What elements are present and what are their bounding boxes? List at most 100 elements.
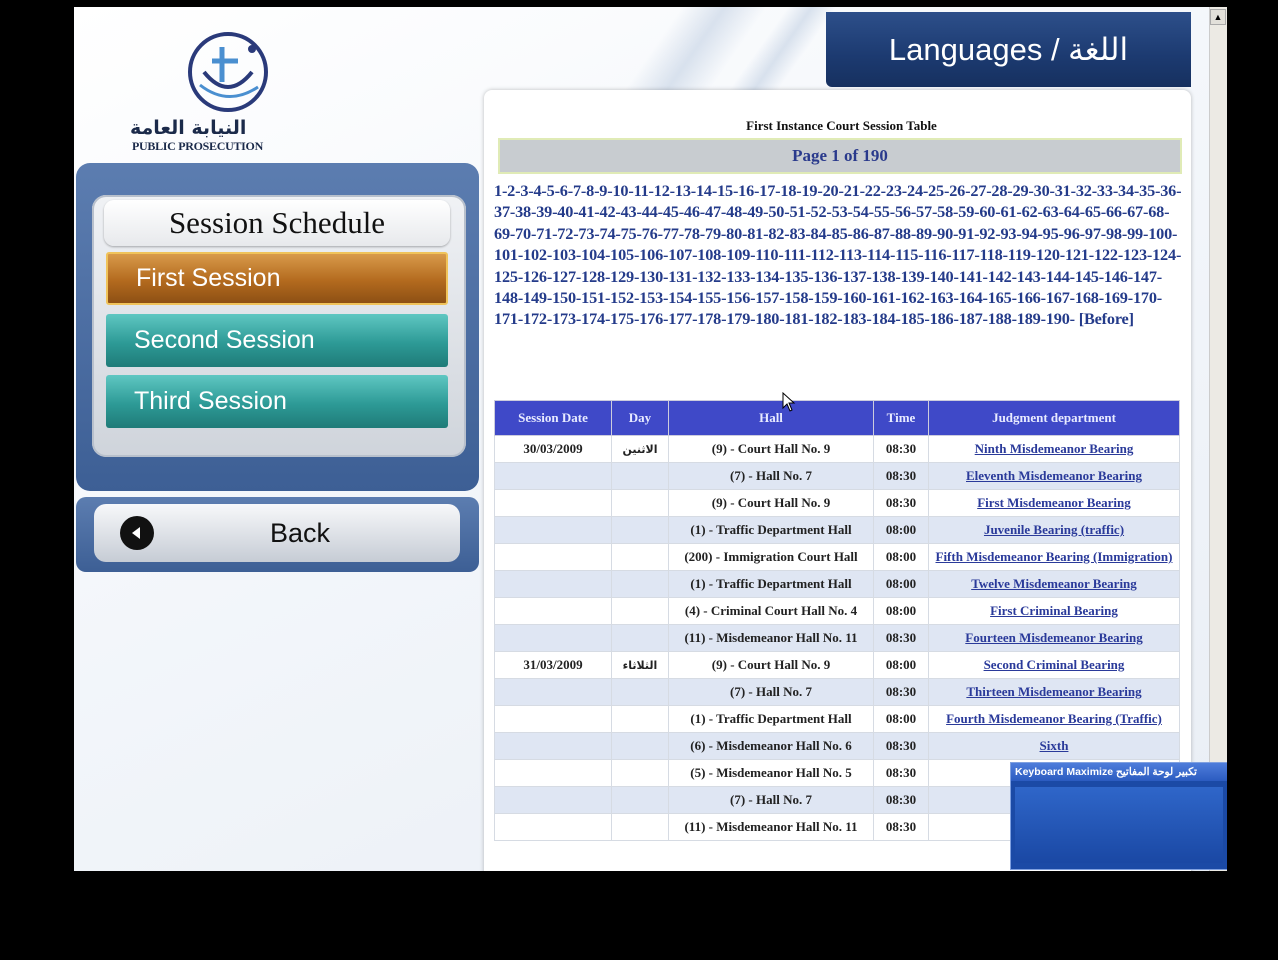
time-cell: 08:30	[873, 678, 929, 706]
department-link[interactable]: Eleventh Misdemeanor Bearing	[928, 462, 1180, 490]
session-date-cell	[494, 759, 612, 787]
pagination-links[interactable]: 1-2-3-4-5-6-7-8-9-10-11-12-13-14-15-16-1…	[494, 180, 1182, 330]
first-session-label: First Session	[136, 264, 281, 292]
keyboard-widget[interactable]: Keyboard Maximize تكبير لوحة المفاتيح	[1010, 762, 1227, 870]
hall-cell: (7) - Hall No. 7	[668, 786, 874, 814]
table-row: (7) - Hall No. 7 08:30 Thirteen Misdemeano…	[494, 678, 1180, 706]
back-button[interactable]: Back	[94, 504, 460, 562]
time-cell: 08:00	[873, 516, 929, 544]
table-title: First Instance Court Session Table	[746, 118, 937, 133]
session-date-cell	[494, 624, 612, 652]
day-cell	[611, 543, 669, 571]
time-cell: 08:30	[873, 624, 929, 652]
day-cell: الثلاثاء	[611, 651, 669, 679]
hall-cell: (7) - Hall No. 7	[668, 678, 874, 706]
day-cell	[611, 732, 669, 760]
hall-cell: (6) - Misdemeanor Hall No. 6	[668, 732, 874, 760]
hall-cell: (1) - Traffic Department Hall	[668, 705, 874, 733]
table-row: (7) - Hall No. 7 08:30 Eleventh Misdemeano…	[494, 462, 1180, 490]
time-cell: 08:00	[873, 570, 929, 598]
table-row: (1) - Traffic Department Hall 08:00 Juveni…	[494, 516, 1180, 544]
time-cell: 08:00	[873, 705, 929, 733]
session-date-cell	[494, 678, 612, 706]
department-link[interactable]: First Criminal Bearing	[928, 597, 1180, 625]
third-session-button[interactable]: Third Session	[106, 375, 448, 428]
hall-cell: (11) - Misdemeanor Hall No. 11	[668, 624, 874, 652]
session-date-cell	[494, 489, 612, 517]
third-session-label: Third Session	[134, 387, 287, 415]
table-row: (200) - Immigration Court Hall 08:00 Fifth…	[494, 543, 1180, 571]
department-link[interactable]: First Misdemeanor Bearing	[928, 489, 1180, 517]
department-link[interactable]: Twelve Misdemeanor Bearing	[928, 570, 1180, 598]
logo-english-text: PUBLIC PROSECUTION	[132, 139, 263, 153]
session-table-panel: First Instance Court Session Table Page …	[484, 90, 1191, 871]
hall-cell: (11) - Misdemeanor Hall No. 11	[668, 813, 874, 841]
department-link[interactable]: Thirteen Misdemeanor Bearing	[928, 678, 1180, 706]
session-date-cell	[494, 597, 612, 625]
languages-button[interactable]: Languages / اللغة	[826, 12, 1191, 87]
day-cell	[611, 597, 669, 625]
session-date-cell	[494, 516, 612, 544]
vertical-scrollbar[interactable]: ▲	[1209, 7, 1227, 871]
table-row: (11) - Misdemeanor Hall No. 11 08:30 Fourt…	[494, 624, 1180, 652]
logo-arabic-text: النيابة العامة	[130, 117, 247, 139]
department-link[interactable]: Second Criminal Bearing	[928, 651, 1180, 679]
session-date-cell	[494, 732, 612, 760]
session-date-cell	[494, 570, 612, 598]
second-session-button[interactable]: Second Session	[106, 314, 448, 367]
hall-cell: (200) - Immigration Court Hall	[668, 543, 874, 571]
session-date-cell	[494, 543, 612, 571]
time-cell: 08:30	[873, 435, 929, 463]
session-date-cell	[494, 786, 612, 814]
department-link[interactable]: Ninth Misdemeanor Bearing	[928, 435, 1180, 463]
app-screen: النيابة العامة PUBLIC PROSECUTION Langua…	[74, 7, 1227, 871]
hall-cell: (1) - Traffic Department Hall	[668, 570, 874, 598]
hall-cell: (9) - Court Hall No. 9	[668, 651, 874, 679]
keyboard-keys[interactable]	[1015, 787, 1223, 863]
page-label: Page 1 of 190	[792, 146, 888, 165]
column-header: Session Date	[494, 400, 612, 436]
table-row: 31/03/2009 الثلاثاء (9) - Court Hall No. 9…	[494, 651, 1180, 679]
department-link[interactable]: Fifth Misdemeanor Bearing (Immigration)	[928, 543, 1180, 571]
table-header-row: Session Date Day Hall Time Judgment depa…	[494, 400, 1180, 436]
table-row: (9) - Court Hall No. 9 08:30 First Misdeme…	[494, 489, 1180, 517]
page-indicator: Page 1 of 190	[498, 138, 1182, 174]
hall-cell: (7) - Hall No. 7	[668, 462, 874, 490]
day-cell	[611, 759, 669, 787]
time-cell: 08:00	[873, 543, 929, 571]
time-cell: 08:30	[873, 786, 929, 814]
column-header: Day	[611, 400, 669, 436]
time-cell: 08:30	[873, 462, 929, 490]
day-cell	[611, 786, 669, 814]
hall-cell: (1) - Traffic Department Hall	[668, 516, 874, 544]
department-link[interactable]: Fourteen Misdemeanor Bearing	[928, 624, 1180, 652]
session-date-cell	[494, 813, 612, 841]
time-cell: 08:30	[873, 489, 929, 517]
time-cell: 08:30	[873, 732, 929, 760]
keyboard-title: Keyboard Maximize تكبير لوحة المفاتيح	[1011, 763, 1227, 781]
department-link[interactable]: Fourth Misdemeanor Bearing (Traffic)	[928, 705, 1180, 733]
day-cell	[611, 678, 669, 706]
session-date-cell	[494, 705, 612, 733]
table-row: (6) - Misdemeanor Hall No. 6 08:30 Sixth	[494, 732, 1180, 760]
time-cell: 08:00	[873, 651, 929, 679]
day-cell	[611, 516, 669, 544]
hall-cell: (4) - Criminal Court Hall No. 4	[668, 597, 874, 625]
back-label: Back	[270, 517, 331, 548]
day-cell	[611, 705, 669, 733]
department-link[interactable]: Juvenile Bearing (traffic)	[928, 516, 1180, 544]
hall-cell: (9) - Court Hall No. 9	[668, 489, 874, 517]
column-header: Time	[873, 400, 929, 436]
department-link[interactable]: Sixth	[928, 732, 1180, 760]
session-date-cell: 30/03/2009	[494, 435, 612, 463]
scroll-up-icon[interactable]: ▲	[1210, 9, 1226, 25]
time-cell: 08:00	[873, 597, 929, 625]
session-schedule-title: Session Schedule	[104, 200, 450, 246]
day-cell	[611, 813, 669, 841]
time-cell: 08:30	[873, 813, 929, 841]
day-cell	[611, 462, 669, 490]
table-row: (4) - Criminal Court Hall No. 4 08:00 Firs…	[494, 597, 1180, 625]
first-session-button[interactable]: First Session	[106, 252, 448, 305]
languages-label: Languages / اللغة	[888, 31, 1129, 67]
day-cell: الاثنين	[611, 435, 669, 463]
